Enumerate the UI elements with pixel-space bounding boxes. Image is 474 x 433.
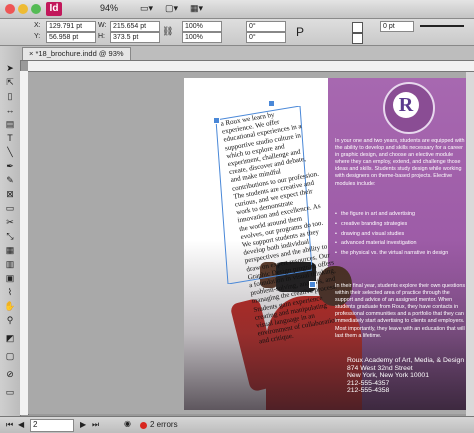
w-label: W: [98, 22, 107, 29]
stroke-weight-field[interactable]: 0 pt [380, 21, 414, 32]
address-line: 874 West 32nd Street [347, 364, 413, 372]
page-tool-icon[interactable]: ▯ [3, 90, 17, 102]
w-field[interactable]: 215.654 pt [110, 21, 160, 32]
x-label: X: [34, 22, 41, 29]
fill-swatch-icon[interactable] [352, 22, 363, 33]
zoom-tool-icon[interactable]: ⚲ [3, 314, 17, 326]
tools-panel: ➤ ⇱ ▯ ↔ ▤ T ╲ ✒ ✎ ⊠ ▭ ✂ ⤡ ▦ ▥ ▣ ⌇ ✋ ⚲ ◩ … [0, 46, 21, 416]
y-label: Y: [34, 33, 41, 40]
zoom-window-button[interactable] [31, 4, 41, 14]
list-item: the physical vs. the virtual narrative i… [335, 250, 467, 257]
scale-y-field[interactable]: 100% [182, 32, 222, 43]
status-bar: ⏮ ◀ 2 ▶ ⏭ ◉ 2 errors [0, 416, 474, 433]
document-tab-bar: × *18_brochure.indd @ 93% [20, 46, 474, 61]
app-logo: Id [46, 2, 62, 16]
list-item: drawing and visual studies [335, 231, 467, 238]
flip-icon[interactable]: P [296, 25, 304, 39]
direct-selection-tool-icon[interactable]: ⇱ [3, 76, 17, 88]
outro-paragraph: In their final year, students explore th… [335, 283, 466, 339]
horizontal-ruler[interactable] [28, 61, 474, 72]
pencil-tool-icon[interactable]: ✎ [3, 174, 17, 186]
title-bar: Id 94% ▭▾ ▢▾ ▦▾ [0, 0, 474, 19]
fill-stroke-icon[interactable]: ◩ [3, 332, 17, 344]
last-page-icon[interactable]: ⏭ [92, 420, 99, 430]
rectangle-tool-icon[interactable]: ▭ [3, 202, 17, 214]
address-block: Roux Academy of Art, Media, & Design 874… [347, 357, 471, 395]
y-field[interactable]: 56.958 pt [46, 32, 96, 43]
address-line: 212-555-4358 [347, 387, 390, 395]
stroke-swatch-icon[interactable] [352, 33, 363, 44]
constrain-proportions-icon[interactable]: ⛓ [162, 26, 173, 37]
x-field[interactable]: 129.791 pt [46, 21, 96, 32]
stroke-type-selector[interactable] [420, 25, 464, 27]
next-page-icon[interactable]: ▶ [80, 420, 86, 429]
eyedropper-tool-icon[interactable]: ⌇ [3, 286, 17, 298]
address-line: Roux Academy of Art, Media, & Design [347, 357, 465, 364]
vertical-scrollbar[interactable] [466, 72, 474, 416]
rotate-field[interactable]: 0° [246, 21, 286, 32]
frame-handle-top-left[interactable] [213, 117, 220, 124]
view-options-icon[interactable]: ▭▾ [140, 3, 153, 14]
roux-logo: R [393, 92, 419, 118]
list-item: advanced material investigation [335, 240, 467, 247]
note-tool-icon[interactable]: ▣ [3, 272, 17, 284]
free-transform-tool-icon[interactable]: ⤡ [3, 230, 17, 242]
formatting-affects-container-icon[interactable]: ▢ [3, 350, 17, 362]
content-collector-icon[interactable]: ▤ [3, 118, 17, 130]
pen-tool-icon[interactable]: ✒ [3, 160, 17, 172]
arrange-documents-icon[interactable]: ▦▾ [190, 3, 203, 14]
document-tab[interactable]: × *18_brochure.indd @ 93% [22, 47, 131, 60]
error-indicator-icon [140, 422, 147, 429]
rectangle-frame-tool-icon[interactable]: ⊠ [3, 188, 17, 200]
preflight-icon[interactable]: ◉ [124, 419, 131, 428]
gradient-feather-tool-icon[interactable]: ▥ [3, 258, 17, 270]
control-panel: X: 129.791 pt Y: 56.958 pt W: 215.654 pt… [0, 19, 474, 46]
rotation-handle[interactable] [268, 100, 275, 107]
address-line: New York, New York 10001 [347, 372, 429, 380]
line-tool-icon[interactable]: ╲ [3, 146, 17, 158]
selection-tool-icon[interactable]: ➤ [3, 62, 17, 74]
rotated-text-frame[interactable]: a Roux we learn by experience. We offer … [212, 106, 339, 346]
prev-page-icon[interactable]: ◀ [18, 420, 24, 429]
address-line: 212-555-4357 [347, 379, 390, 387]
page-number-field[interactable]: 2 [30, 419, 74, 432]
list-item: the figure in art and advertising [335, 211, 467, 218]
close-window-button[interactable] [5, 4, 15, 14]
shear-field[interactable]: 0° [246, 32, 286, 43]
h-label: H: [98, 33, 105, 40]
screen-mode-icon[interactable]: ▢▾ [165, 3, 178, 14]
errors-label[interactable]: 2 errors [150, 420, 178, 429]
first-page-icon[interactable]: ⏮ [6, 420, 13, 430]
list-item: creative branding strategies [335, 221, 467, 228]
hand-tool-icon[interactable]: ✋ [3, 300, 17, 312]
h-field[interactable]: 373.5 pt [110, 32, 160, 43]
type-tool-icon[interactable]: T [3, 132, 17, 144]
document-tab-label: *18_brochure.indd @ 93% [35, 49, 124, 58]
view-mode-icon[interactable]: ▭ [3, 386, 17, 398]
gradient-tool-icon[interactable]: ▦ [3, 244, 17, 256]
apply-none-icon[interactable]: ⊘ [3, 368, 17, 380]
intro-paragraph: In your one and two years, students are … [335, 138, 465, 187]
frame-handle-bottom-right[interactable] [309, 281, 316, 288]
elective-list: the figure in art and advertising creati… [335, 211, 467, 260]
scale-x-field[interactable]: 100% [182, 21, 222, 32]
zoom-level[interactable]: 94% [100, 3, 118, 13]
minimize-window-button[interactable] [18, 4, 28, 14]
scissors-tool-icon[interactable]: ✂ [3, 216, 17, 228]
gap-tool-icon[interactable]: ↔ [3, 104, 17, 116]
